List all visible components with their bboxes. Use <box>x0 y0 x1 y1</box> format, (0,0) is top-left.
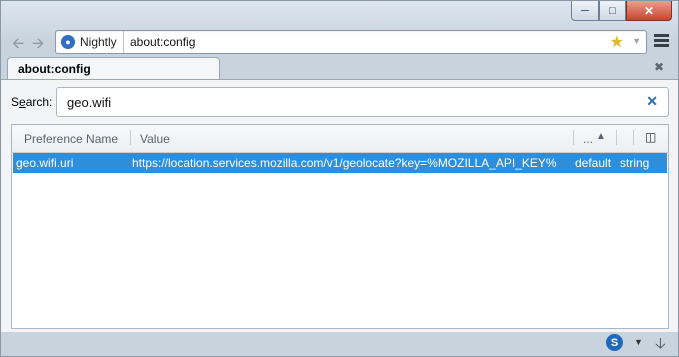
hamburger-menu-icon[interactable] <box>651 32 671 50</box>
search-label: Search: <box>11 95 53 109</box>
table-row[interactable]: geo.wifi.uri https://location.services.m… <box>13 153 667 173</box>
url-text[interactable]: about:config <box>130 35 195 49</box>
star-icon[interactable]: ★ <box>610 32 624 52</box>
browser-window: ─ □ ✕ 🡨 🡪 ● Nightly about:config ★ ▼ abo… <box>0 0 679 357</box>
column-splitter[interactable] <box>616 130 617 145</box>
close-icon[interactable]: ✕ <box>646 93 658 110</box>
pref-name-cell: geo.wifi.uri <box>16 156 74 170</box>
close-icon: ✕ <box>643 3 655 18</box>
pref-status-cell: default <box>575 156 612 170</box>
sort-ascending-icon: ▲ <box>596 131 606 142</box>
column-header-status[interactable]: ... <box>583 132 593 146</box>
preferences-tree[interactable]: Preference Name Value ... ▲ ◫ geo.wifi.u… <box>11 124 669 329</box>
column-splitter[interactable] <box>573 130 574 145</box>
maximize-button[interactable]: □ <box>599 1 626 21</box>
download-arrow-icon[interactable]: 🡣 <box>655 333 666 356</box>
pref-type-cell: string <box>620 156 650 170</box>
url-bar[interactable]: ● Nightly about:config ★ ▼ <box>55 30 647 54</box>
tab-about-config[interactable]: about:config <box>7 57 220 80</box>
sync-s-icon[interactable]: S <box>606 334 623 351</box>
minimize-button[interactable]: ─ <box>571 1 599 21</box>
close-window-button[interactable]: ✕ <box>626 1 672 21</box>
identity-label: Nightly <box>80 35 117 49</box>
column-splitter[interactable] <box>130 130 131 145</box>
column-splitter[interactable] <box>633 130 634 145</box>
minimize-icon: ─ <box>581 4 589 17</box>
window-caption-buttons: ─ □ ✕ <box>571 1 672 21</box>
add-on-bar: S ▼ 🡣 <box>1 331 678 356</box>
column-header-name[interactable]: Preference Name <box>24 132 118 146</box>
column-header-value[interactable]: Value <box>140 132 170 146</box>
about-config-page: Search: geo.wifi ✕ Preference Name Value… <box>1 79 678 332</box>
chevron-down-icon[interactable]: ▼ <box>634 337 643 347</box>
globe-icon: ● <box>61 35 75 49</box>
close-tab-icon[interactable]: ✖ <box>654 60 665 74</box>
tab-title: about:config <box>18 62 91 76</box>
search-input[interactable]: geo.wifi ✕ <box>56 87 669 117</box>
history-dropdown-icon[interactable]: ▼ <box>632 36 641 46</box>
search-value[interactable]: geo.wifi <box>67 95 111 110</box>
tab-strip: about:config ✖ <box>1 55 678 80</box>
column-header-row: Preference Name Value ... ▲ ◫ <box>12 125 668 153</box>
site-identity-button[interactable]: ● Nightly <box>56 31 124 53</box>
column-picker-icon[interactable]: ◫ <box>645 130 656 144</box>
maximize-icon: □ <box>609 4 616 17</box>
navigation-toolbar: 🡨 🡪 ● Nightly about:config ★ ▼ <box>1 29 678 55</box>
pref-value-cell: https://location.services.mozilla.com/v1… <box>132 156 557 170</box>
